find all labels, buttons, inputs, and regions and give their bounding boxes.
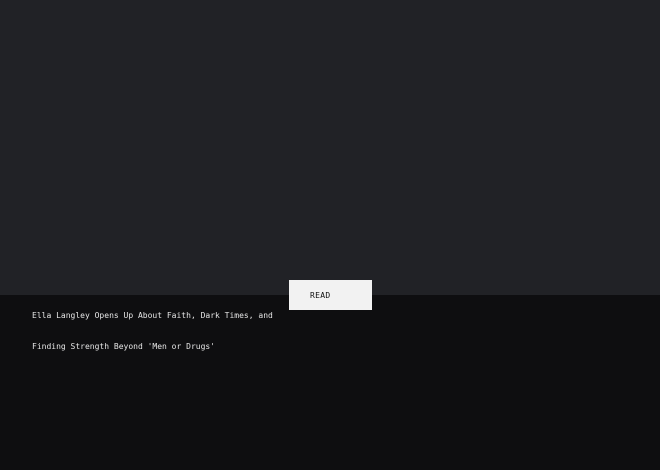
headline-line-2[interactable]: Finding Strength Beyond 'Men or Drugs': [32, 342, 215, 352]
read-button[interactable]: READ: [289, 280, 372, 310]
headline-line-1[interactable]: Ella Langley Opens Up About Faith, Dark …: [32, 311, 273, 321]
hero-image-area[interactable]: [0, 0, 660, 295]
article-card: READ Ella Langley Opens Up About Faith, …: [0, 0, 660, 470]
caption-panel: [0, 295, 660, 470]
